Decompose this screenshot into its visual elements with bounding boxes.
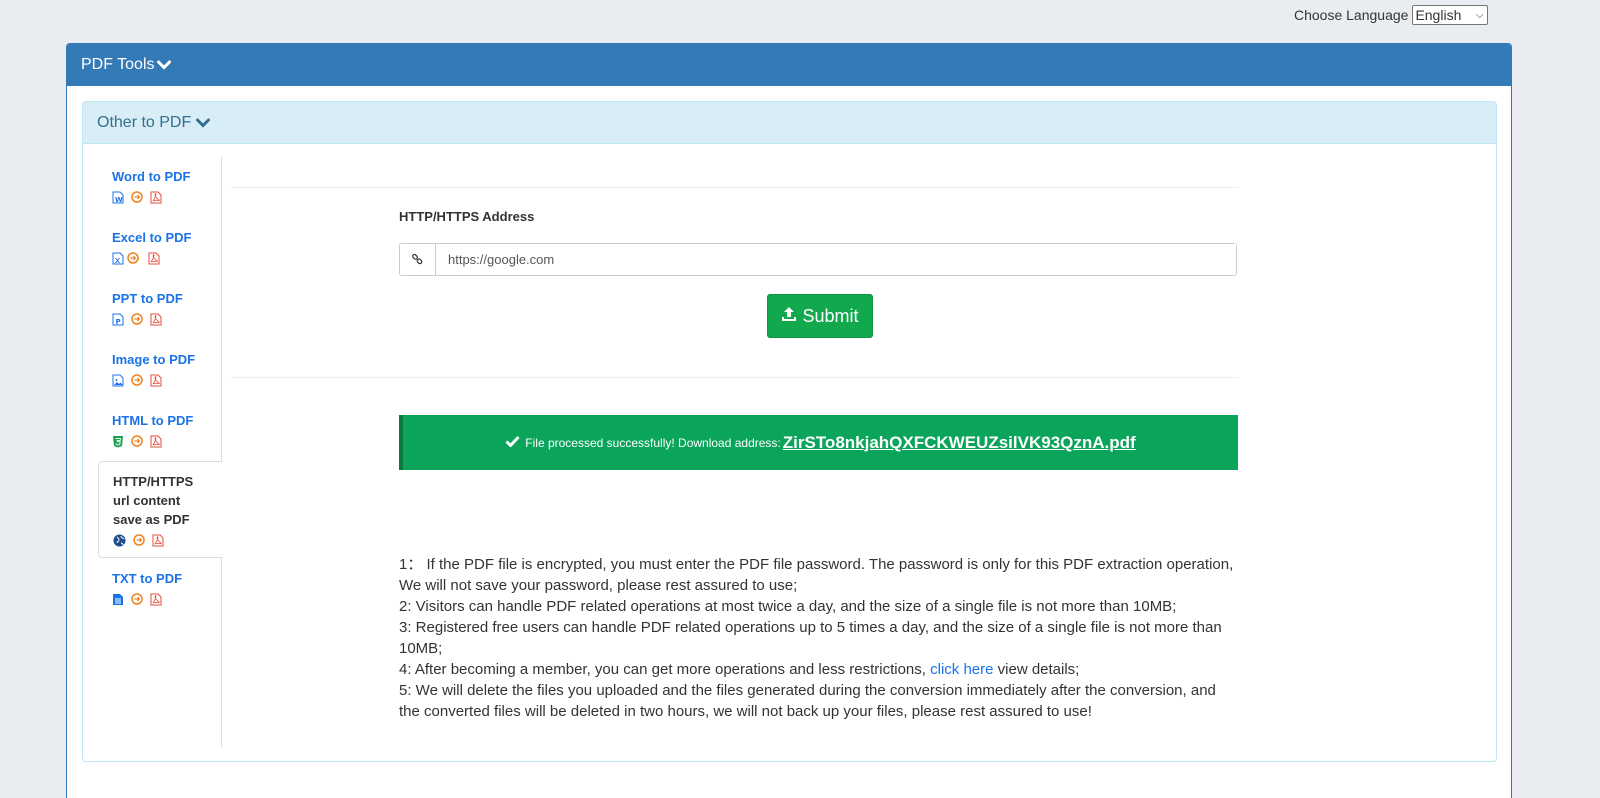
download-link[interactable]: ZirSTo8nkjahQXFCKWEUZsilVK93QznA.pdf bbox=[783, 433, 1136, 453]
sidebar-item-label[interactable]: PPT to PDF bbox=[112, 289, 222, 308]
sidebar-item-txt-to-pdf[interactable]: TXT to PDF bbox=[98, 569, 222, 606]
chevron-down-icon: ⌵ bbox=[1475, 9, 1484, 21]
note-item: 4: After becoming a member, you can get … bbox=[399, 659, 1239, 680]
pdf-file-icon bbox=[148, 252, 160, 265]
converter-sidebar: Word to PDF W Excel to PDF PPT to PDF P … bbox=[98, 157, 223, 747]
other-to-pdf-panel: Other to PDF Word to PDF W Excel to PDF bbox=[82, 101, 1497, 762]
globe-icon bbox=[113, 534, 126, 547]
chevron-down-icon bbox=[156, 60, 171, 70]
note-item: 2: Visitors can handle PDF related opera… bbox=[399, 598, 1177, 615]
other-to-pdf-header[interactable]: Other to PDF bbox=[83, 102, 1496, 144]
chevron-down-icon bbox=[196, 118, 211, 128]
pdf-file-icon bbox=[150, 435, 162, 448]
arrow-circle-right-icon bbox=[131, 374, 143, 386]
sidebar-item-label[interactable]: Word to PDF bbox=[112, 167, 222, 186]
language-bar: Choose Language English ⌵ bbox=[1294, 5, 1489, 25]
sidebar-item-label[interactable]: TXT to PDF bbox=[112, 569, 222, 588]
click-here-link[interactable]: click here bbox=[930, 661, 993, 678]
sidebar-item-image-to-pdf[interactable]: Image to PDF bbox=[98, 350, 222, 387]
note-text: view details; bbox=[997, 661, 1080, 678]
sidebar-item-label[interactable]: Image to PDF bbox=[112, 350, 222, 369]
ppt-file-icon: P bbox=[112, 313, 124, 326]
note-item: 5: We will delete the files you uploaded… bbox=[399, 682, 1216, 720]
url-input[interactable] bbox=[436, 244, 1236, 275]
usage-notes: 1： If the PDF file is encrypted, you mus… bbox=[399, 554, 1239, 722]
check-icon bbox=[505, 434, 520, 452]
success-message: File processed successfully! Download ad… bbox=[525, 435, 781, 450]
submit-button-label: Submit bbox=[802, 305, 859, 326]
arrow-circle-right-icon bbox=[133, 534, 145, 546]
pdf-file-icon bbox=[150, 593, 162, 606]
note-item: 3: Registered free users can handle PDF … bbox=[399, 619, 1222, 657]
url-input-group bbox=[399, 243, 1237, 276]
language-label: Choose Language bbox=[1294, 7, 1409, 23]
arrow-circle-right-icon bbox=[131, 435, 143, 447]
excel-file-icon bbox=[112, 252, 124, 265]
arrow-circle-right-icon bbox=[131, 593, 143, 605]
sidebar-item-label[interactable]: Excel to PDF bbox=[112, 228, 222, 247]
language-selected-value: English bbox=[1415, 7, 1462, 23]
language-select[interactable]: English ⌵ bbox=[1412, 5, 1489, 25]
pdf-tools-header[interactable]: PDF Tools bbox=[67, 44, 1511, 86]
sidebar-item-label[interactable]: HTTP/HTTPS url content save as PDF bbox=[113, 472, 211, 529]
pdf-tools-panel: PDF Tools Other to PDF Word to PDF W Exc… bbox=[66, 43, 1512, 798]
arrow-circle-right-icon bbox=[131, 191, 143, 203]
pdf-file-icon bbox=[150, 313, 162, 326]
sidebar-item-ppt-to-pdf[interactable]: PPT to PDF P bbox=[98, 289, 222, 326]
image-file-icon bbox=[112, 374, 124, 387]
pdf-tools-title: PDF Tools bbox=[81, 56, 155, 73]
pdf-file-icon bbox=[150, 191, 162, 204]
pdf-file-icon bbox=[152, 534, 164, 547]
pdf-file-icon bbox=[150, 374, 162, 387]
arrow-circle-right-icon bbox=[131, 313, 143, 325]
sidebar-item-label[interactable]: HTML to PDF bbox=[112, 411, 222, 430]
svg-text:W: W bbox=[115, 196, 123, 204]
submit-button[interactable]: Submit bbox=[767, 294, 873, 338]
url-field-label: HTTP/HTTPS Address bbox=[399, 209, 535, 224]
divider bbox=[231, 187, 1239, 188]
divider bbox=[231, 377, 1239, 378]
note-item: 1： If the PDF file is encrypted, you mus… bbox=[399, 556, 1234, 594]
sidebar-item-excel-to-pdf[interactable]: Excel to PDF bbox=[98, 228, 222, 265]
html5-icon bbox=[112, 435, 124, 448]
note-text: 4: After becoming a member, you can get … bbox=[399, 661, 926, 678]
arrow-circle-right-icon bbox=[127, 252, 139, 264]
link-icon bbox=[400, 244, 436, 275]
sidebar-item-html-to-pdf[interactable]: HTML to PDF bbox=[98, 411, 222, 448]
text-file-icon bbox=[112, 593, 124, 606]
sidebar-item-http-to-pdf[interactable]: HTTP/HTTPS url content save as PDF bbox=[98, 461, 223, 558]
upload-icon bbox=[781, 306, 797, 327]
sidebar-item-word-to-pdf[interactable]: Word to PDF W bbox=[98, 167, 222, 204]
success-alert: File processed successfully! Download ad… bbox=[399, 415, 1238, 470]
svg-text:P: P bbox=[116, 318, 121, 326]
other-to-pdf-title: Other to PDF bbox=[97, 113, 192, 131]
word-file-icon: W bbox=[112, 191, 124, 204]
